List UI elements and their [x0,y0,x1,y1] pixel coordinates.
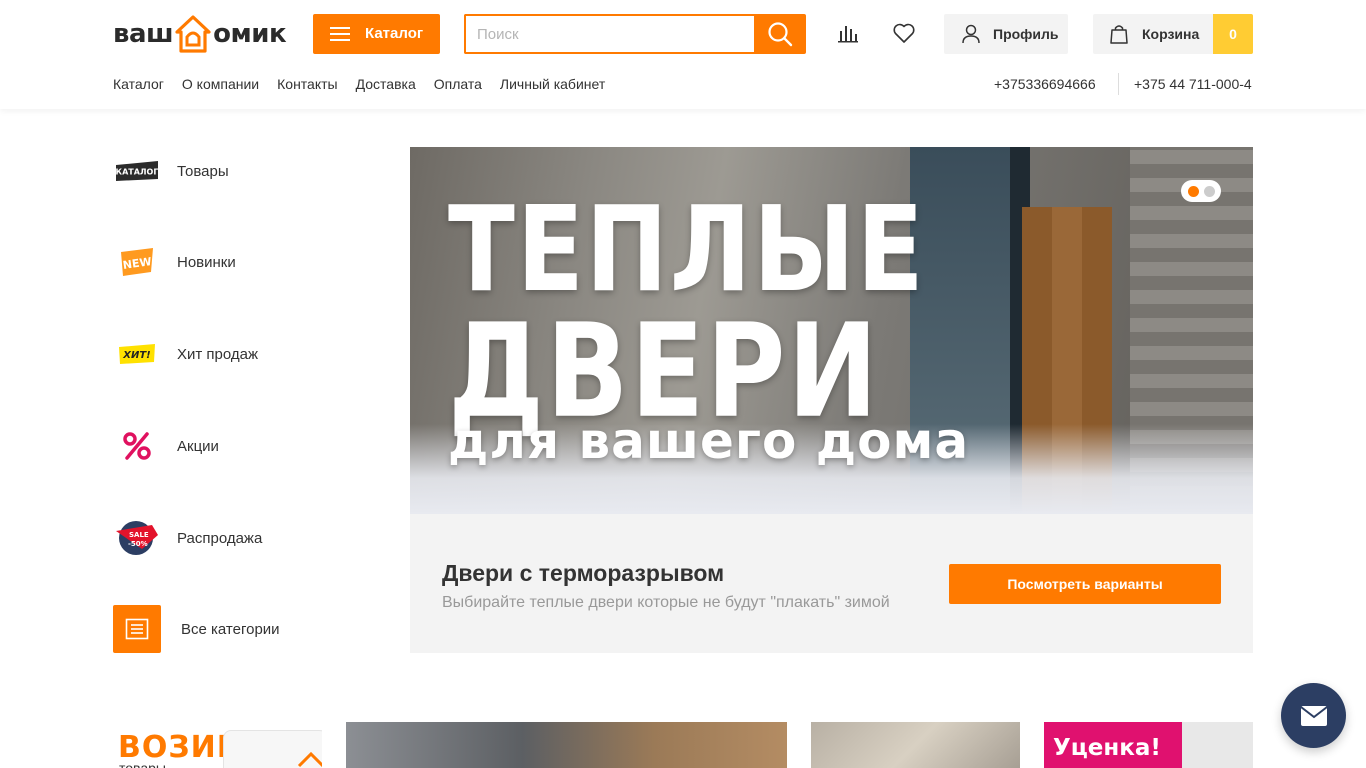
side-item-label: Все категории [181,620,280,638]
shopping-bag-icon [1110,25,1128,44]
compare-button[interactable] [833,18,863,48]
search-box [464,14,806,54]
new-badge-icon: NEW [113,238,161,286]
nav-catalog[interactable]: Каталог [113,76,164,92]
phone-link-1[interactable]: +375336694666 [994,76,1118,95]
sale-badge-icon: SALE -50% [113,514,161,562]
slider-pagination [1181,180,1221,202]
nav-account[interactable]: Личный кабинет [500,76,605,92]
side-item-label: Хит продаж [177,345,259,363]
side-item-label: Товары [177,162,229,180]
user-icon [962,24,980,44]
menu-icon [330,27,350,41]
promo-panel: Двери с терморазрывом Выбирайте теплые д… [410,514,1253,653]
chevron-up-icon [297,751,322,768]
list-icon [113,605,161,653]
site-header: ваш омик Каталог Поиск Профиль Корзина 0… [0,0,1366,109]
phone-divider [1118,73,1119,95]
markdown-tag-text: Уценка! [1053,735,1161,761]
promo-description: Выбирайте теплые двери которые не будут … [442,594,890,611]
markdown-card[interactable]: Уценка! [1044,722,1253,768]
top-nav: Каталог О компании Контакты Доставка Опл… [113,76,623,92]
sale-badge-text: SALE [129,531,149,539]
side-item-products[interactable]: КАТАЛОГ Товары [113,147,373,195]
slider-dot-1[interactable] [1187,185,1199,197]
delivery-card[interactable]: ВОЗИМ товары [113,722,322,768]
view-options-button[interactable]: Посмотреть варианты [949,564,1221,604]
hit-badge-text: ХИТ! [122,350,150,361]
side-item-new[interactable]: NEW Новинки [113,238,373,286]
promo-title: Двери с терморазрывом [442,560,725,586]
side-item-label: Акции [177,437,219,455]
phone-link-2[interactable]: +375 44 711-000-4 [1134,76,1254,95]
percent-icon [113,422,161,470]
doors-card[interactable] [346,722,787,768]
search-button[interactable] [754,14,806,54]
logo[interactable]: ваш омик [113,15,287,53]
nav-contacts[interactable]: Контакты [277,76,337,92]
catalog-badge-text: КАТАЛОГ [116,168,159,177]
heart-icon [893,23,915,43]
side-item-label: Распродажа [177,529,263,547]
phone-numbers: +375336694666 +375 44 711-000-4 [994,73,1254,95]
sale-badge-percent: -50% [128,540,148,548]
side-item-bestsellers[interactable]: ХИТ! Хит продаж [113,330,373,378]
side-item-all-categories[interactable]: Все категории [113,605,373,653]
cart-label: Корзина [1142,26,1200,42]
logo-text-right: омик [213,19,287,49]
hit-badge-icon: ХИТ! [113,330,161,378]
catalog-badge-icon: КАТАЛОГ [113,147,161,195]
nav-payment[interactable]: Оплата [434,76,482,92]
slider-dot-2[interactable] [1203,185,1215,197]
catalog-button-label: Каталог [365,25,424,42]
flooring-card[interactable] [811,722,1020,768]
favorites-button[interactable] [889,18,919,48]
nav-about[interactable]: О компании [182,76,259,92]
hero-banner[interactable]: ТЕПЛЫЕ ДВЕРИ для вашего дома [410,147,1253,514]
banner-subheadline: для вашего дома [448,412,970,470]
search-input[interactable] [464,14,755,54]
side-item-label: Новинки [177,253,236,271]
search-icon [768,22,793,47]
profile-button[interactable]: Профиль [944,14,1068,54]
nav-delivery[interactable]: Доставка [356,76,416,92]
cart-count-badge: 0 [1213,14,1253,54]
chat-button[interactable] [1281,683,1346,748]
delivery-card-subtitle: товары [119,760,166,768]
bar-chart-icon [838,26,858,43]
envelope-icon [1299,705,1328,726]
logo-text-left: ваш [113,19,174,49]
side-item-promotions[interactable]: Акции [113,422,373,470]
profile-label: Профиль [993,26,1059,42]
cart-button[interactable]: Корзина 0 [1093,14,1253,54]
logo-house-icon [175,15,211,53]
catalog-button[interactable]: Каталог [313,14,440,54]
side-item-sale[interactable]: SALE -50% Распродажа [113,514,373,562]
